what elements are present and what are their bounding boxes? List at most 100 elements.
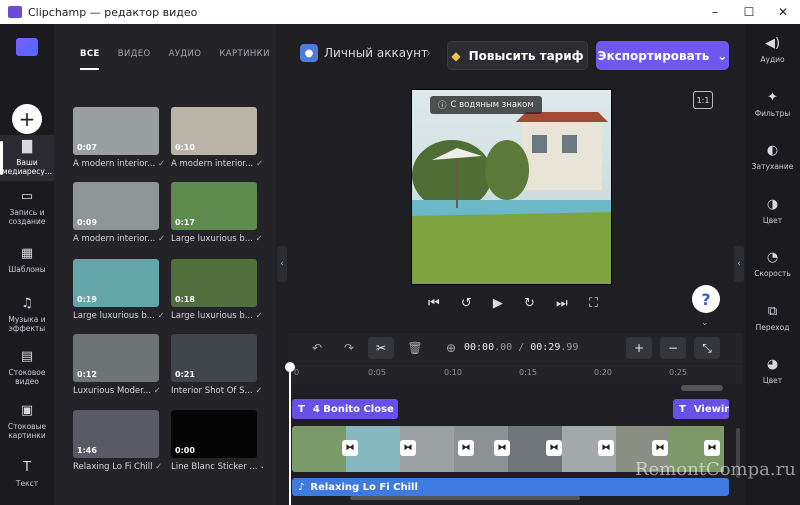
forward-5-icon[interactable]: ↻	[524, 296, 535, 311]
add-marker-icon[interactable]: ⊕	[438, 337, 464, 359]
media-thumbnail[interactable]: 0:12	[73, 334, 159, 382]
chevron-down-icon[interactable]: ⌄	[701, 318, 709, 328]
rail-item-stock-video[interactable]: ▤ Стоковое видео	[0, 349, 54, 386]
text-icon: T	[23, 460, 31, 475]
media-label: Relaxing Lo Fi Chill ✓	[73, 462, 163, 472]
rail-item-templates[interactable]: ▦ Шаблоны	[0, 246, 54, 274]
transition-icon[interactable]: ⧓	[342, 440, 358, 456]
text-clip[interactable]: T 4 Bonito Close Lak	[292, 399, 398, 419]
clipchamp-logo-icon	[16, 38, 38, 56]
right-rail: ◀) Аудио ✦ Фильтры ◐ Затухание ◑ Цвет ◔ …	[745, 24, 800, 505]
check-icon: ✓	[152, 462, 163, 472]
media-thumbnail[interactable]: 0:09	[73, 182, 159, 230]
media-thumbnail[interactable]: 0:07	[73, 107, 159, 155]
rr-item-color-balance[interactable]: ◕ Цвет	[745, 357, 800, 385]
media-label: Large luxurious b... ✓	[171, 234, 263, 244]
export-button[interactable]: Экспортировать ⌄	[596, 41, 729, 70]
rr-item-speed[interactable]: ◔ Скорость	[745, 250, 800, 278]
tab-audio[interactable]: АУДИО	[169, 49, 202, 59]
video-preview[interactable]: ⓘ С водяным знаком	[411, 89, 612, 285]
zoom-in-icon[interactable]: +	[626, 337, 652, 359]
fullscreen-icon[interactable]: ⛶	[589, 296, 598, 311]
rail-item-text[interactable]: T Текст	[0, 460, 54, 488]
export-label: Экспортировать	[597, 48, 710, 63]
transition-icon[interactable]: ⧓	[652, 440, 668, 456]
rail-item-stock-images[interactable]: ▣ Стоковые картинки	[0, 403, 54, 440]
media-label: Interior Shot Of S... ✓	[171, 386, 263, 396]
account-switcher[interactable]: ● Личный аккаунт	[300, 44, 428, 62]
play-icon[interactable]: ▶	[493, 296, 503, 311]
tab-all[interactable]: ВСЕ	[80, 49, 100, 59]
media-tabs: ВСЕ ВИДЕО АУДИО КАРТИНКИ	[54, 49, 276, 59]
media-duration: 0:18	[175, 295, 195, 304]
check-icon: ✓	[154, 311, 165, 321]
split-icon[interactable]: ✂	[368, 337, 394, 359]
rail-item-media[interactable]: ▇ Ваши медиаресу...	[0, 135, 54, 181]
track-scroll-handle[interactable]	[681, 385, 723, 391]
text-icon: T	[679, 403, 686, 415]
collapse-right-handle[interactable]: ‹	[734, 246, 744, 282]
aspect-ratio-button[interactable]: 1:1	[693, 91, 713, 109]
delete-icon[interactable]: 🗑	[402, 337, 428, 359]
rr-item-audio[interactable]: ◀) Аудио	[745, 36, 800, 64]
upgrade-button[interactable]: ◆ Повысить тариф	[447, 41, 588, 70]
playhead[interactable]	[285, 362, 295, 505]
check-icon: ✓	[252, 386, 263, 396]
media-thumbnail[interactable]: 0:21	[171, 334, 257, 382]
media-thumbnail[interactable]: 0:19	[73, 259, 159, 307]
music-icon: ♫	[21, 296, 33, 311]
tab-video[interactable]: ВИДЕО	[118, 49, 151, 59]
help-button[interactable]: ?	[692, 285, 720, 313]
rewind-5-icon[interactable]: ↺	[461, 296, 472, 311]
timeline-ruler[interactable]: 0 0:05 0:10 0:15 0:20 0:25	[288, 364, 743, 384]
skip-forward-icon[interactable]: ⏭	[556, 296, 568, 311]
transition-icon[interactable]: ⧓	[546, 440, 562, 456]
timeline-scrollbar[interactable]	[350, 496, 580, 500]
media-thumbnail[interactable]: 1:46	[73, 410, 159, 458]
media-thumbnail[interactable]: 0:00	[171, 410, 257, 458]
rr-item-fade[interactable]: ◐ Затухание	[745, 143, 800, 171]
rr-item-transition[interactable]: ⧉ Переход	[745, 304, 800, 332]
collapse-left-handle[interactable]: ‹	[277, 246, 287, 282]
transition-icon[interactable]: ⧓	[458, 440, 474, 456]
rail-item-record[interactable]: ▭ Запись и создание	[0, 189, 54, 226]
minimize-button[interactable]: –	[698, 0, 732, 24]
transition-icon[interactable]: ⧓	[598, 440, 614, 456]
ruler-tick: 0	[294, 368, 300, 377]
rr-item-filters[interactable]: ✦ Фильтры	[745, 90, 800, 118]
transition-icon[interactable]: ⧓	[400, 440, 416, 456]
skip-back-icon[interactable]: ⏮	[428, 296, 440, 311]
media-label: Luxurious Moder... ✓	[73, 386, 161, 396]
media-label: A modern interior... ✓	[73, 234, 165, 244]
media-panel: ВСЕ ВИДЕО АУДИО КАРТИНКИ 0:07 A modern in…	[54, 24, 276, 505]
check-icon: ✓	[150, 386, 161, 396]
audio-clip[interactable]: ♪ Relaxing Lo Fi Chill	[292, 478, 729, 496]
media-thumbnail[interactable]: 0:17	[171, 182, 257, 230]
media-duration: 0:00	[175, 446, 195, 455]
templates-icon: ▦	[20, 246, 34, 261]
zoom-out-icon[interactable]: −	[660, 337, 686, 359]
fit-timeline-icon[interactable]: ⤡	[694, 337, 720, 359]
media-thumbnail[interactable]: 0:18	[171, 259, 257, 307]
media-duration: 0:09	[77, 218, 97, 227]
rr-item-color[interactable]: ◑ Цвет	[745, 197, 800, 225]
title-bar: Clipchamp — редактор видео – ☐ ✕	[0, 0, 800, 24]
media-thumbnail[interactable]: 0:10	[171, 107, 257, 155]
maximize-button[interactable]: ☐	[732, 0, 766, 24]
video-clip[interactable]	[292, 426, 346, 472]
transition-icon: ⧉	[767, 304, 778, 319]
media-label: A modern interior... ✓	[73, 159, 165, 169]
preview-scene	[412, 90, 611, 284]
rail-item-music[interactable]: ♫ Музыка и эффекты	[0, 296, 54, 333]
transition-icon[interactable]: ⧓	[704, 440, 720, 456]
close-button[interactable]: ✕	[766, 0, 800, 24]
text-clip[interactable]: T Viewing	[673, 399, 729, 419]
check-icon: ✓	[253, 159, 263, 169]
add-media-button[interactable]: +	[12, 104, 42, 134]
redo-icon[interactable]: ↷	[336, 337, 362, 359]
tab-images[interactable]: КАРТИНКИ	[219, 49, 270, 59]
media-label: Large luxurious b... ✓	[73, 311, 165, 321]
fade-icon: ◐	[766, 143, 779, 158]
undo-icon[interactable]: ↶	[304, 337, 330, 359]
transition-icon[interactable]: ⧓	[494, 440, 510, 456]
